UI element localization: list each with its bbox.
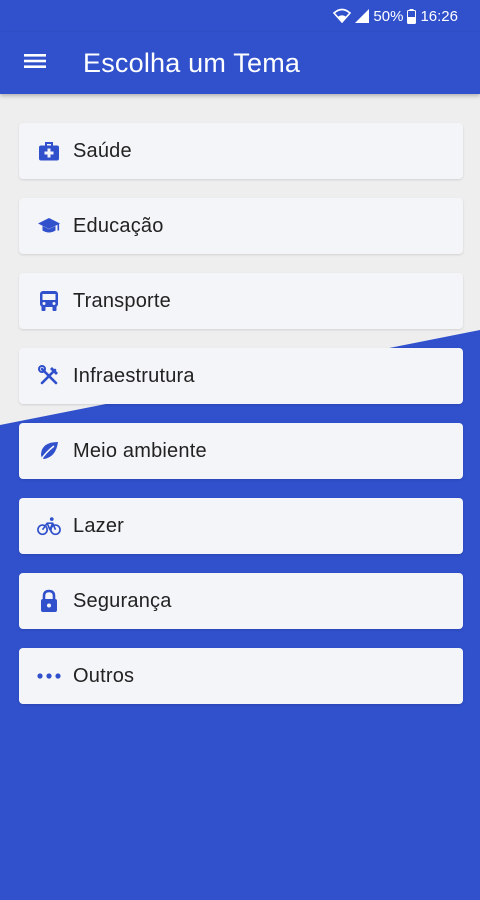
app-bar: Escolha um Tema xyxy=(0,32,480,94)
more-dots-icon xyxy=(37,664,61,688)
topic-item-meio-ambiente[interactable]: Meio ambiente xyxy=(19,423,463,479)
bicycle-icon xyxy=(37,514,61,538)
battery-percent: 50% xyxy=(373,7,404,25)
battery-icon xyxy=(407,8,417,24)
status-bar: 50% 16:26 xyxy=(0,0,480,32)
topic-item-lazer[interactable]: Lazer xyxy=(19,498,463,554)
menu-button[interactable] xyxy=(20,48,50,78)
topic-label: Educação xyxy=(73,214,164,237)
status-time: 16:26 xyxy=(420,7,458,25)
topic-item-educacao[interactable]: Educação xyxy=(19,198,463,254)
wifi-icon xyxy=(333,8,352,24)
lock-icon xyxy=(37,589,61,613)
signal-icon xyxy=(355,9,370,23)
topic-label: Meio ambiente xyxy=(73,439,207,462)
leaf-icon xyxy=(37,439,61,463)
topic-label: Segurança xyxy=(73,589,172,612)
topic-item-seguranca[interactable]: Segurança xyxy=(19,573,463,629)
tools-icon xyxy=(37,364,61,388)
bus-icon xyxy=(37,289,61,313)
topic-label: Saúde xyxy=(73,139,132,162)
topic-label: Lazer xyxy=(73,514,125,537)
topic-label: Transporte xyxy=(73,289,171,312)
menu-icon xyxy=(23,51,47,76)
topic-item-transporte[interactable]: Transporte xyxy=(19,273,463,329)
topic-item-infraestrutura[interactable]: Infraestrutura xyxy=(19,348,463,404)
topic-label: Outros xyxy=(73,664,135,687)
topic-label: Infraestrutura xyxy=(73,364,195,387)
topic-item-saude[interactable]: Saúde xyxy=(19,123,463,179)
medical-kit-icon xyxy=(37,139,61,163)
graduation-cap-icon xyxy=(37,214,61,238)
topic-list: Saúde Educação Transporte Infraestrutura… xyxy=(19,123,463,704)
page-title: Escolha um Tema xyxy=(83,47,301,78)
topic-item-outros[interactable]: Outros xyxy=(19,648,463,704)
